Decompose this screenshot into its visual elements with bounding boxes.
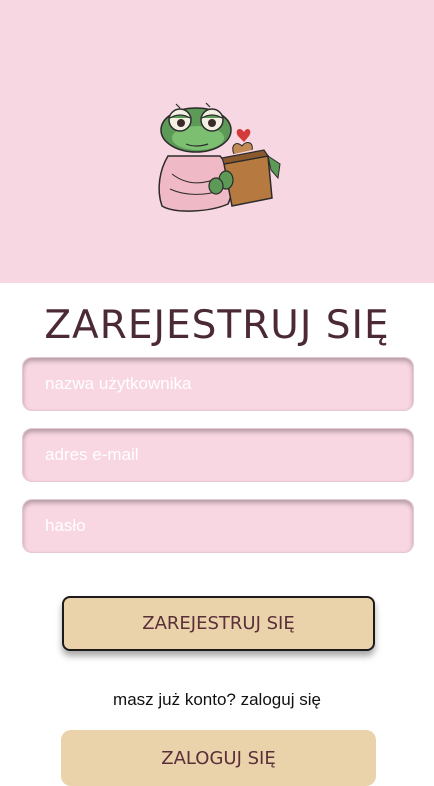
email-input[interactable] [22,428,414,482]
login-button[interactable]: ZALOGUJ SIĘ [61,730,376,786]
password-input[interactable] [22,499,414,553]
register-button[interactable]: ZAREJESTRUJ SIĘ [62,596,375,651]
hero-banner [0,0,434,283]
login-hint: masz już konto? zaloguj się [113,690,321,709]
username-input[interactable] [22,357,414,411]
page-title: ZAREJESTRUJ SIĘ [44,303,390,348]
frog-mascot-image [158,102,281,212]
